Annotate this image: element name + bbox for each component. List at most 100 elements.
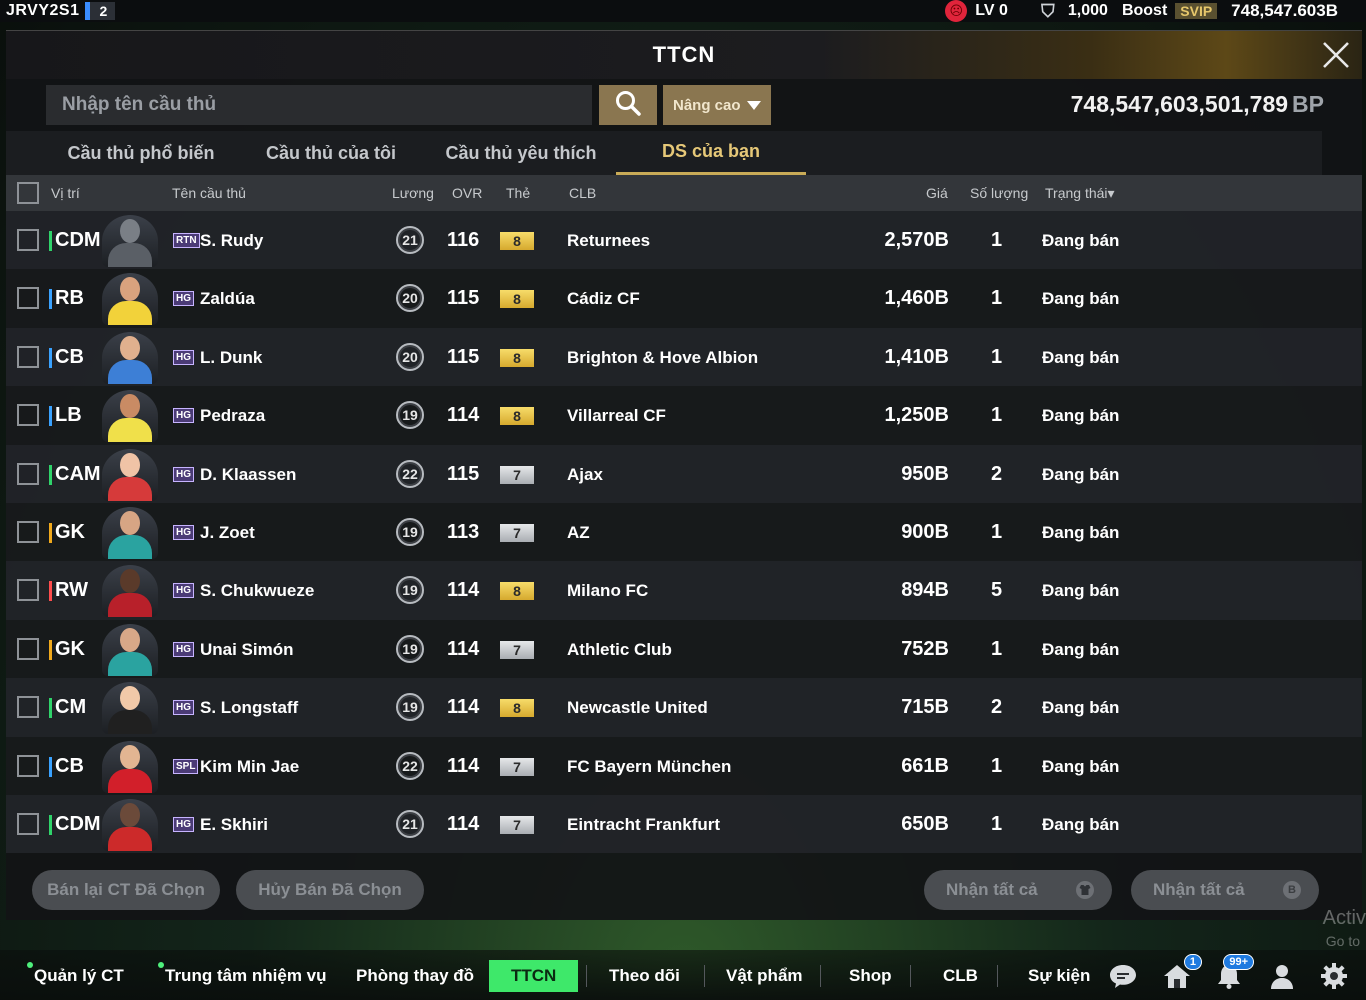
nav-ttcn[interactable]: TTCN	[489, 960, 579, 992]
player-avatar[interactable]	[102, 506, 158, 559]
row-checkbox[interactable]	[17, 812, 39, 835]
player-avatar[interactable]	[102, 798, 158, 851]
nav-locker-room[interactable]: Phòng thay đồ	[356, 960, 474, 992]
tab-favorite-players[interactable]: Cầu thủ yêu thích	[426, 131, 616, 175]
position-color-bar	[49, 756, 52, 777]
claim-all-bp-button[interactable]: Nhận tất cả B	[1131, 870, 1319, 910]
server-badge: 2	[85, 2, 116, 20]
wage-badge: 19	[396, 517, 424, 546]
row-checkbox[interactable]	[17, 462, 39, 485]
row-checkbox[interactable]	[17, 404, 39, 427]
nav-mission-center[interactable]: Trung tâm nhiệm vụ	[158, 960, 327, 992]
nav-divider	[586, 965, 587, 987]
column-header-quantity[interactable]: Số lượng	[970, 185, 1028, 201]
tab-my-listings[interactable]: DS của bạn	[616, 131, 806, 175]
table-row[interactable]: RB HG Zaldúa 20 115 8 Cádiz CF 1,460B 1 …	[6, 269, 1362, 328]
player-avatar[interactable]	[102, 390, 158, 443]
player-avatar[interactable]	[102, 331, 158, 384]
column-header-ovr[interactable]: OVR	[452, 185, 482, 201]
row-checkbox[interactable]	[17, 754, 39, 777]
tab-my-players[interactable]: Cầu thủ của tôi	[236, 131, 426, 175]
advanced-filter-dropdown[interactable]: Nâng cao	[663, 85, 771, 125]
home-icon[interactable]: 1	[1160, 954, 1202, 993]
tab-popular-players[interactable]: Cầu thủ phổ biến	[46, 131, 236, 175]
search-row: Nâng cao 748,547,603,501,789BP	[6, 79, 1362, 131]
resell-selected-button[interactable]: Bán lại CT Đã Chọn	[32, 870, 220, 910]
row-checkbox[interactable]	[17, 637, 39, 660]
player-avatar[interactable]	[102, 215, 158, 267]
player-avatar[interactable]	[102, 565, 158, 618]
table-row[interactable]: CDM HG E. Skhiri 21 114 7 Eintracht Fran…	[6, 794, 1362, 854]
wage-badge: 22	[396, 751, 424, 780]
row-checkbox[interactable]	[17, 229, 39, 251]
row-checkbox[interactable]	[17, 520, 39, 543]
player-avatar[interactable]	[102, 273, 158, 326]
table-row[interactable]: CB SPL Kim Min Jae 22 114 7 FC Bayern Mü…	[6, 736, 1362, 795]
nav-label: Trung tâm nhiệm vụ	[165, 966, 327, 985]
nav-shop[interactable]: Shop	[849, 960, 892, 992]
column-header-status[interactable]: Trạng thái▾	[1045, 185, 1115, 202]
player-club: Newcastle United	[567, 698, 708, 718]
close-icon[interactable]	[1318, 37, 1354, 73]
grade-badge: 7	[500, 757, 534, 776]
column-header-club[interactable]: CLB	[569, 185, 596, 201]
column-header-position[interactable]: Vị trí	[51, 185, 80, 201]
nav-events[interactable]: Sự kiện	[1028, 960, 1090, 992]
column-header-name[interactable]: Tên cầu thủ	[172, 185, 246, 201]
table-row[interactable]: CB HG L. Dunk 20 115 8 Brighton & Hove A…	[6, 327, 1362, 387]
player-position: CM	[55, 696, 87, 719]
listing-status: Đang bán	[1042, 347, 1120, 367]
listing-quantity: 2	[991, 696, 1003, 719]
row-checkbox[interactable]	[17, 287, 39, 310]
column-header-wage[interactable]: Lương	[392, 185, 434, 201]
season-badge: HG	[173, 291, 194, 307]
table-row[interactable]: LB HG Pedraza 19 114 8 Villarreal CF 1,2…	[6, 386, 1362, 445]
select-all-checkbox[interactable]	[17, 182, 39, 204]
table-row[interactable]: CM HG S. Longstaff 19 114 8 Newcastle Un…	[6, 678, 1362, 737]
claim-all-players-button[interactable]: Nhận tất cả	[924, 870, 1112, 910]
player-position: RW	[55, 579, 88, 602]
bell-icon[interactable]: 99+	[1212, 954, 1254, 993]
nav-club[interactable]: CLB	[943, 960, 978, 992]
nav-divider	[820, 965, 821, 987]
avatar-head	[120, 510, 140, 535]
nav-items[interactable]: Vật phẩm	[726, 960, 803, 992]
table-row[interactable]: RW HG S. Chukwueze 19 114 8 Milano FC 89…	[6, 561, 1362, 620]
season-badge: HG	[173, 816, 194, 832]
nav-watch[interactable]: Theo dõi	[609, 960, 680, 992]
nav-player-management[interactable]: Quản lý CT	[27, 960, 124, 992]
player-avatar[interactable]	[102, 682, 158, 735]
season-badge: HG	[173, 349, 194, 365]
player-avatar[interactable]	[102, 623, 158, 676]
home-badge: 1	[1183, 954, 1202, 970]
row-checkbox[interactable]	[17, 579, 39, 602]
row-checkbox[interactable]	[17, 345, 39, 368]
column-header-price[interactable]: Giá	[926, 185, 948, 201]
table-row[interactable]: CAM HG D. Klaassen 22 115 7 Ajax 950B 2 …	[6, 444, 1362, 503]
player-avatar[interactable]	[102, 448, 158, 501]
server-badge-bar	[85, 2, 91, 20]
column-header-grade[interactable]: Thẻ	[506, 185, 530, 201]
listing-quantity: 1	[991, 404, 1003, 427]
profile-icon[interactable]	[1265, 959, 1299, 993]
gear-icon[interactable]	[1317, 959, 1351, 993]
listing-price: 950B	[901, 462, 949, 485]
chat-icon[interactable]	[1106, 959, 1140, 993]
search-input[interactable]	[46, 85, 592, 125]
table-row[interactable]: GK HG Unai Simón 19 114 7 Athletic Club …	[6, 619, 1362, 679]
grade-badge: 8	[500, 699, 534, 718]
player-position: CB	[55, 345, 84, 368]
table-row[interactable]: CDM RTN S. Rudy 21 116 8 Returnees 2,570…	[6, 211, 1362, 270]
nav-divider	[704, 965, 705, 987]
caret-down-icon: ▾	[1107, 185, 1115, 201]
player-name: J. Zoet	[200, 522, 255, 542]
wage-badge: 20	[396, 284, 424, 313]
jersey-icon	[1076, 881, 1094, 899]
cancel-selected-button[interactable]: Hủy Bán Đã Chọn	[236, 870, 424, 910]
nav-divider	[910, 965, 911, 987]
table-row[interactable]: GK HG J. Zoet 19 113 7 AZ 900B 1 Đang bá…	[6, 502, 1362, 562]
boost-label[interactable]: Boost	[1122, 2, 1167, 20]
search-button[interactable]	[599, 85, 657, 125]
player-avatar[interactable]	[102, 740, 158, 793]
row-checkbox[interactable]	[17, 696, 39, 719]
